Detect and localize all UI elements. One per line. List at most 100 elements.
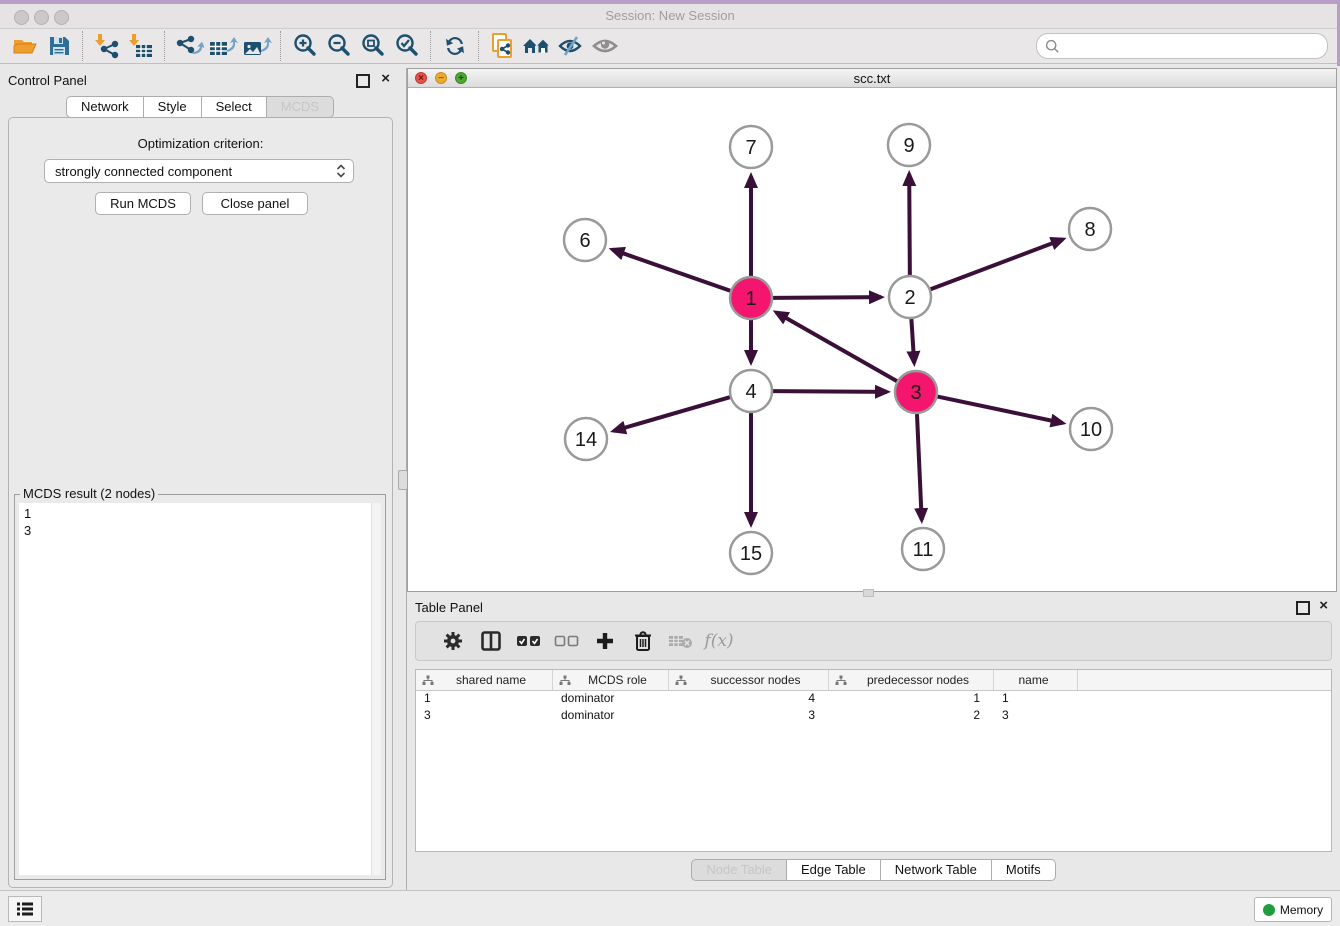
- export-table-button[interactable]: [206, 31, 240, 61]
- main-title-bar: Session: New Session: [0, 4, 1340, 29]
- fx-icon: f(x): [704, 631, 733, 651]
- tab-mcds[interactable]: MCDS: [267, 96, 334, 118]
- zoom-in-button[interactable]: [288, 31, 322, 61]
- graph-edge-1-2[interactable]: [773, 297, 881, 298]
- delete-columns-button[interactable]: [624, 626, 662, 656]
- table-cell[interactable]: 3: [994, 708, 1078, 725]
- graph-node-15[interactable]: 15: [730, 532, 772, 574]
- graph-node-9[interactable]: 9: [888, 124, 930, 166]
- clone-network-button[interactable]: [486, 31, 520, 61]
- float-panel-icon[interactable]: [356, 74, 370, 88]
- graph-edge-2-3[interactable]: [911, 319, 914, 363]
- import-table-button[interactable]: [124, 31, 158, 61]
- network-window-titlebar[interactable]: × − + scc.txt: [408, 69, 1336, 88]
- graph-node-1[interactable]: 1: [730, 277, 772, 319]
- open-session-button[interactable]: [8, 31, 42, 61]
- table-cell[interactable]: 1: [416, 691, 553, 708]
- graph-node-6[interactable]: 6: [564, 219, 606, 261]
- show-all-button[interactable]: [588, 31, 622, 61]
- graph-edge-1-6[interactable]: [612, 250, 730, 291]
- import-network-button[interactable]: [90, 31, 124, 61]
- result-scrollbar[interactable]: [371, 503, 381, 875]
- graph-edge-3-11[interactable]: [917, 414, 922, 520]
- delete-table-button[interactable]: [662, 626, 700, 656]
- graph-node-11[interactable]: 11: [902, 528, 944, 570]
- network-graph-canvas[interactable]: 1 2 3 4 6 7 8 9 10 11 14 15: [408, 88, 1336, 591]
- close-panel-icon[interactable]: ×: [381, 70, 390, 88]
- table-cell[interactable]: 1: [994, 691, 1078, 708]
- column-header-shared-name[interactable]: shared name: [416, 670, 553, 690]
- memory-button[interactable]: Memory: [1254, 897, 1332, 922]
- table-cell[interactable]: dominator: [553, 708, 669, 725]
- import-table-icon: [127, 33, 155, 59]
- tab-network[interactable]: Network: [66, 96, 144, 118]
- graph-edge-2-9[interactable]: [909, 174, 910, 275]
- first-neighbors-button[interactable]: [520, 31, 554, 61]
- node-label: 7: [745, 137, 756, 159]
- task-history-button[interactable]: [8, 896, 42, 922]
- column-header-successor-nodes[interactable]: successor nodes: [669, 670, 829, 690]
- table-cell[interactable]: 2: [829, 708, 994, 725]
- node-label: 2: [904, 287, 915, 309]
- close-panel-icon[interactable]: ×: [1319, 597, 1328, 615]
- select-all-rows-button[interactable]: [510, 626, 548, 656]
- graph-edge-3-1[interactable]: [776, 312, 897, 381]
- table-header-row: shared nameMCDS rolesuccessor nodesprede…: [416, 670, 1331, 691]
- mcds-result-text: 1 3: [19, 503, 371, 875]
- split-columns-button[interactable]: [472, 626, 510, 656]
- table-row[interactable]: 3dominator323: [416, 708, 1331, 725]
- close-panel-button[interactable]: Close panel: [202, 192, 308, 215]
- deselect-all-rows-button[interactable]: [548, 626, 586, 656]
- graph-edge-4-14[interactable]: [614, 397, 730, 431]
- table-settings-button[interactable]: [434, 626, 472, 656]
- graph-edge-2-8[interactable]: [931, 239, 1063, 289]
- column-header-name[interactable]: name: [994, 670, 1078, 690]
- table-cell[interactable]: 4: [669, 691, 829, 708]
- hide-selected-button[interactable]: [554, 31, 588, 61]
- tab-style[interactable]: Style: [144, 96, 202, 118]
- main-toolbar: [0, 29, 1340, 64]
- search-input[interactable]: [1060, 36, 1319, 56]
- function-builder-button[interactable]: f(x): [700, 626, 738, 656]
- mcds-result-area[interactable]: 1 3: [19, 503, 381, 875]
- graph-edge-3-10[interactable]: [938, 397, 1063, 423]
- float-panel-icon[interactable]: [1296, 601, 1310, 615]
- graph-edge-4-3[interactable]: [773, 391, 887, 392]
- zoom-out-button[interactable]: [322, 31, 356, 61]
- graph-node-2[interactable]: 2: [889, 276, 931, 318]
- refresh-view-button[interactable]: [438, 31, 472, 61]
- zoom-selected-button[interactable]: [390, 31, 424, 61]
- tab-network-table[interactable]: Network Table: [881, 859, 992, 881]
- dropdown-stepper-icon: [336, 163, 353, 179]
- table-row[interactable]: 1dominator411: [416, 691, 1331, 708]
- control-panel-title: Control Panel: [8, 73, 87, 88]
- node-label: 11: [913, 539, 934, 561]
- graph-node-3[interactable]: 3: [895, 371, 937, 413]
- zoom-fit-button[interactable]: [356, 31, 390, 61]
- column-header-predecessor-nodes[interactable]: predecessor nodes: [829, 670, 994, 690]
- optimization-criterion-dropdown[interactable]: strongly connected component: [44, 159, 354, 183]
- graph-node-8[interactable]: 8: [1069, 208, 1111, 250]
- run-mcds-button[interactable]: Run MCDS: [95, 192, 191, 215]
- toolbar-separator: [280, 31, 282, 61]
- export-network-button[interactable]: [172, 31, 206, 61]
- save-session-button[interactable]: [42, 31, 76, 61]
- column-header-MCDS-role[interactable]: MCDS role: [553, 670, 669, 690]
- graph-node-14[interactable]: 14: [565, 418, 607, 460]
- table-cell[interactable]: 3: [416, 708, 553, 725]
- export-image-button[interactable]: [240, 31, 274, 61]
- search-field[interactable]: [1036, 33, 1328, 59]
- refresh-icon: [442, 33, 468, 59]
- graph-node-7[interactable]: 7: [730, 126, 772, 168]
- tab-edge-table[interactable]: Edge Table: [787, 859, 881, 881]
- hierarchy-icon: [422, 675, 434, 686]
- tab-node-table[interactable]: Node Table: [691, 859, 787, 881]
- graph-node-4[interactable]: 4: [730, 370, 772, 412]
- table-cell[interactable]: dominator: [553, 691, 669, 708]
- graph-node-10[interactable]: 10: [1070, 408, 1112, 450]
- tab-motifs[interactable]: Motifs: [992, 859, 1056, 881]
- add-column-button[interactable]: [586, 626, 624, 656]
- table-cell[interactable]: 1: [829, 691, 994, 708]
- table-cell[interactable]: 3: [669, 708, 829, 725]
- tab-select[interactable]: Select: [202, 96, 267, 118]
